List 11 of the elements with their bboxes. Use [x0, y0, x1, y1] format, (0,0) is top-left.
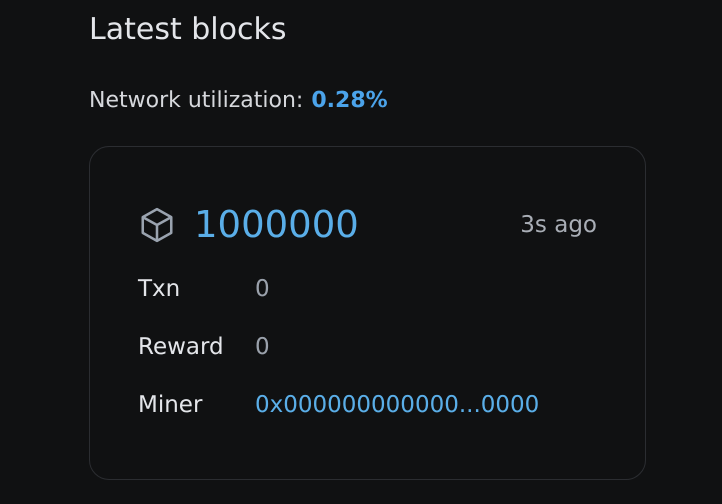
row-value: 0 — [255, 333, 270, 362]
row-value: 0 — [255, 275, 270, 304]
row-label: Reward — [138, 333, 225, 362]
utilization-label: Network utilization: — [89, 87, 304, 115]
block-age: 3s ago — [520, 212, 597, 238]
miner-address-link[interactable]: 0x000000000000...0000 — [255, 389, 540, 421]
row-label: Miner — [138, 391, 204, 420]
row-label: Txn — [138, 275, 182, 304]
block-number-link[interactable]: 1000000 — [194, 203, 359, 247]
utilization-value: 0.28% — [311, 87, 388, 115]
section-title: Latest blocks — [89, 11, 288, 49]
